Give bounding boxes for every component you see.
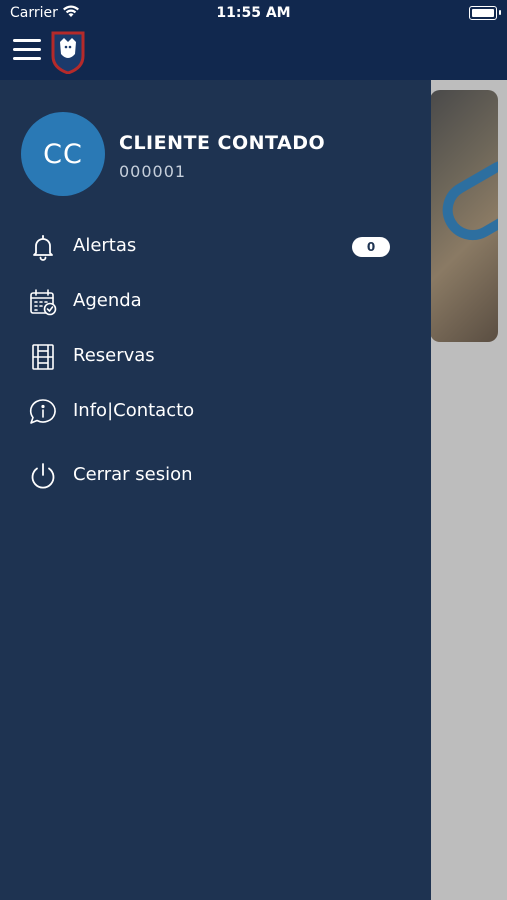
- menu-item-agenda[interactable]: Agenda: [0, 277, 431, 327]
- menu-toggle-button[interactable]: [13, 39, 41, 61]
- user-name: CLIENTE CONTADO: [119, 132, 326, 154]
- menu-item-label: Agenda: [73, 290, 142, 311]
- hamburger-line: [13, 39, 41, 42]
- menu-item-info-contacto[interactable]: Info|Contacto: [0, 387, 431, 437]
- side-drawer: CC CLIENTE CONTADO 000001 Alertas 0 Agen…: [0, 80, 431, 900]
- court-grid-icon: [32, 344, 54, 370]
- hamburger-line: [13, 48, 41, 51]
- battery-tip: [499, 10, 501, 15]
- menu-item-label: Alertas: [73, 235, 137, 256]
- menu-item-label: Info|Contacto: [73, 400, 195, 421]
- battery-icon: [469, 6, 497, 20]
- club-logo: [51, 31, 85, 74]
- calendar-check-icon: [30, 289, 57, 316]
- menu-item-reservas[interactable]: Reservas: [0, 332, 431, 382]
- power-icon: [31, 463, 55, 489]
- menu-item-label: Reservas: [73, 345, 155, 366]
- bell-icon: [33, 235, 53, 261]
- status-bar: Carrier 11:55 AM: [0, 0, 507, 28]
- info-chat-icon: [29, 399, 56, 424]
- menu-item-alertas[interactable]: Alertas 0: [0, 222, 431, 272]
- image-detail: [431, 149, 498, 251]
- top-bar: Carrier 11:55 AM: [0, 0, 507, 80]
- clock: 11:55 AM: [216, 5, 291, 21]
- hamburger-line: [13, 57, 41, 60]
- menu-item-label: Cerrar sesion: [73, 464, 193, 485]
- avatar: CC: [21, 112, 105, 196]
- content-image-card[interactable]: [430, 90, 498, 342]
- user-code: 000001: [119, 162, 187, 181]
- alerts-count-badge: 0: [352, 237, 390, 257]
- menu-item-cerrar-sesion[interactable]: Cerrar sesion: [0, 451, 431, 501]
